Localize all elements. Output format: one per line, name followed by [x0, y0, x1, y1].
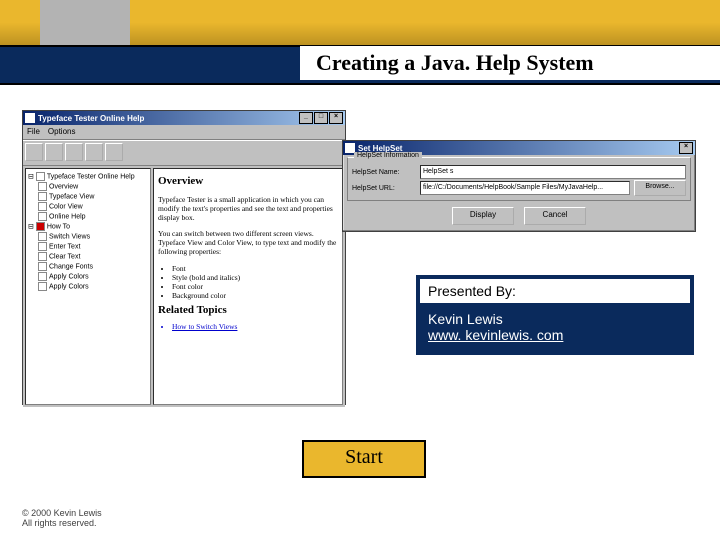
page-title: Creating a Java. Help System [300, 46, 720, 82]
minimize-button[interactable]: _ [299, 112, 313, 124]
helpset-url-input[interactable]: file://C:/Documents/HelpBook/Sample File… [420, 181, 630, 195]
rights: All rights reserved. [22, 518, 102, 528]
presented-by-box: Presented By: Kevin Lewis www. kevinlewi… [416, 275, 694, 355]
home-button[interactable] [65, 143, 83, 161]
menu-options[interactable]: Options [48, 125, 76, 139]
toc-item[interactable]: ⊟ Typeface Tester Online Help [28, 172, 148, 181]
content-pane: Overview Typeface Tester is a small appl… [153, 168, 343, 405]
cancel-button[interactable]: Cancel [524, 207, 586, 225]
helpset-name-input[interactable]: HelpSet s [420, 165, 686, 179]
close-button[interactable]: × [679, 142, 693, 154]
toc-pane: ⊟ Typeface Tester Online Help Overview T… [25, 168, 151, 405]
helpset-group: HelpSet Information HelpSet Name: HelpSe… [347, 157, 691, 201]
browse-button[interactable]: Browse... [634, 180, 686, 196]
list-item: Style (bold and italics) [172, 273, 338, 282]
close-button[interactable]: × [329, 112, 343, 124]
toc-item[interactable]: Typeface View [38, 192, 148, 201]
presenter-link[interactable]: www. kevinlewis. com [428, 327, 563, 343]
content-paragraph: You can switch between two different scr… [158, 229, 338, 256]
content-paragraph: Typeface Tester is a small application i… [158, 195, 338, 222]
display-button[interactable]: Display [452, 207, 514, 225]
setup-button[interactable] [105, 143, 123, 161]
window-titlebar: Typeface Tester Online Help _ □ × [23, 111, 345, 125]
toc-item[interactable]: Switch Views [38, 232, 148, 241]
copyright: © 2000 Kevin Lewis [22, 508, 102, 518]
content-heading: Overview [158, 175, 338, 187]
related-list: How to Switch Views [172, 322, 338, 331]
presenter-name: Kevin Lewis [428, 311, 682, 327]
start-button[interactable]: Start [302, 440, 426, 478]
back-button[interactable] [25, 143, 43, 161]
name-label: HelpSet Name: [352, 169, 416, 176]
toc-item[interactable]: Color View [38, 202, 148, 211]
banner-photo [40, 0, 130, 50]
toc-item[interactable]: Apply Colors [38, 272, 148, 281]
menu-file[interactable]: File [27, 125, 40, 139]
list-item: Font [172, 264, 338, 273]
top-banner [0, 0, 720, 50]
toc-item[interactable]: Enter Text [38, 242, 148, 251]
toc-item[interactable]: Overview [38, 182, 148, 191]
toolbar [23, 140, 345, 166]
maximize-button[interactable]: □ [314, 112, 328, 124]
print-button[interactable] [85, 143, 103, 161]
toc-item[interactable]: Online Help [38, 212, 148, 221]
window-title: Typeface Tester Online Help [38, 114, 144, 123]
menubar: File Options [23, 125, 345, 140]
url-label: HelpSet URL: [352, 185, 416, 192]
toc-item[interactable]: Change Fonts [38, 262, 148, 271]
set-helpset-dialog: Set HelpSet × HelpSet Information HelpSe… [342, 140, 696, 232]
group-label: HelpSet Information [354, 152, 422, 159]
list-item: Font color [172, 282, 338, 291]
toc-item[interactable]: ⊟ How To [28, 222, 148, 231]
forward-button[interactable] [45, 143, 63, 161]
presented-header: Presented By: [420, 279, 690, 303]
toc-item[interactable]: Clear Text [38, 252, 148, 261]
footer: © 2000 Kevin Lewis All rights reserved. [22, 508, 102, 528]
related-item[interactable]: How to Switch Views [172, 322, 338, 331]
toc-item[interactable]: Apply Colors [38, 282, 148, 291]
help-window: Typeface Tester Online Help _ □ × File O… [22, 110, 346, 405]
content-list: Font Style (bold and italics) Font color… [172, 264, 338, 300]
related-heading: Related Topics [158, 304, 338, 316]
list-item: Background color [172, 291, 338, 300]
app-icon [25, 113, 35, 123]
